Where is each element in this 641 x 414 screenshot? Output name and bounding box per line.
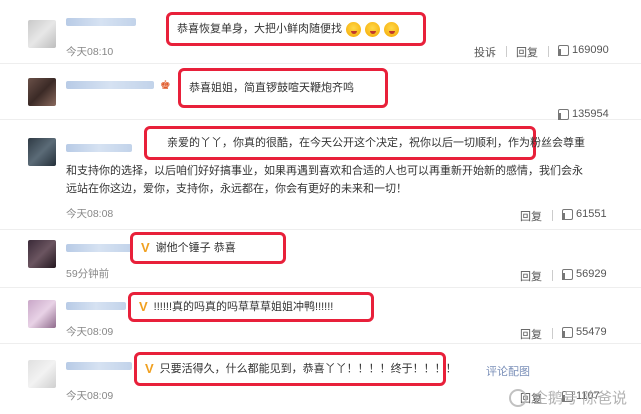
username[interactable] [66, 362, 132, 370]
like-count: 56929 [576, 268, 607, 280]
comment-item: V 谢他个锤子 恭喜 59分钟前 回复 56929 [0, 230, 641, 288]
username[interactable] [66, 144, 132, 152]
like-button[interactable]: 56929 [562, 268, 607, 280]
avatar[interactable] [28, 300, 56, 328]
reply-button[interactable]: 回复 [520, 208, 542, 224]
comment-text: !!!!!!真的吗真的吗草草草姐姐冲鸭!!!!!! [153, 301, 334, 313]
comment-item: V 亲爱的丫丫，你真的很酷，在今天公开这个决定，祝你以后一切顺利，作为粉丝会尊重… [0, 120, 641, 230]
comment-item: ♚ 恭喜姐姐，简直锣鼓喧天鞭炮齐鸣 135954 [0, 64, 641, 120]
smile-emoji-icon [365, 21, 380, 37]
like-button[interactable]: 55479 [562, 326, 607, 338]
like-button[interactable]: 61551 [562, 208, 607, 220]
comment-item: V !!!!!!真的吗真的吗草草草姐姐冲鸭!!!!!! 今天08:09 回复 5… [0, 288, 641, 344]
divider [506, 46, 507, 57]
watermark-text: 企鹅号 陈爸说 [532, 390, 627, 407]
like-count: 169090 [572, 44, 609, 56]
username[interactable] [66, 81, 154, 89]
comment-text: 谢他个锤子 恭喜 [155, 242, 236, 254]
comment-text-highlight: V 谢他个锤子 恭喜 [130, 232, 286, 264]
thumbs-up-icon [562, 268, 573, 280]
avatar[interactable] [28, 138, 56, 166]
avatar[interactable] [28, 78, 56, 106]
divider [552, 210, 553, 221]
vip-badge-icon: V [141, 240, 150, 255]
comment-time: 今天08:10 [66, 46, 114, 58]
comment-time: 今天08:09 [66, 390, 114, 402]
divider [552, 270, 553, 281]
avatar[interactable] [28, 240, 56, 268]
comment-text-highlight: 恭喜姐姐，简直锣鼓喧天鞭炮齐鸣 [178, 68, 388, 108]
thumbs-up-icon [558, 108, 569, 120]
reply-button[interactable]: 回复 [520, 268, 542, 284]
comment-text: 和支持你的选择，以后咱们好好搞事业，如果再遇到喜欢和合适的人也可以再重新开始新的… [66, 165, 583, 177]
crown-badge-icon: ♚ [160, 78, 171, 92]
like-button[interactable]: 169090 [558, 44, 609, 56]
comment-item: 恭喜恢复单身，大把小鲜肉随便找 今天08:10 投诉 回复 169090 [0, 0, 641, 64]
comment-text: 亲爱的丫丫，你真的很酷，在今天公开这个决定，祝你以后一切顺利，作为粉丝会尊重 [167, 137, 585, 149]
thumbs-up-icon [558, 44, 569, 56]
comment-text: 只要活得久，什么都能见到，恭喜丫丫！！！！终于！！！！ [159, 363, 457, 375]
comment-text-highlight: V 只要活得久，什么都能见到，恭喜丫丫！！！！终于！！！！ [134, 352, 457, 386]
vip-badge-icon: V [145, 361, 154, 376]
like-count: 135954 [572, 108, 609, 120]
comment-text-highlight: V !!!!!!真的吗真的吗草草草姐姐冲鸭!!!!!! [128, 292, 374, 322]
smile-emoji-icon [346, 21, 361, 37]
avatar[interactable] [28, 20, 56, 48]
smile-emoji-icon [384, 21, 399, 37]
like-button[interactable]: 135954 [558, 108, 609, 120]
comment-text: 恭喜恢复单身，大把小鲜肉随便找 [177, 23, 342, 35]
username[interactable] [66, 18, 136, 26]
like-count: 61551 [576, 208, 607, 220]
thumbs-up-icon [562, 208, 573, 220]
report-button[interactable]: 投诉 [474, 44, 496, 60]
vip-badge-icon: V [139, 299, 148, 314]
comment-image-link[interactable]: 评论配图 [486, 363, 530, 379]
comment-text-highlight: 恭喜恢复单身，大把小鲜肉随便找 [166, 12, 426, 46]
comment-text: 恭喜姐姐，简直锣鼓喧天鞭炮齐鸣 [189, 82, 354, 94]
username[interactable] [66, 302, 126, 310]
comment-time: 今天08:09 [66, 326, 114, 338]
divider [552, 328, 553, 339]
comment-text-highlight: 亲爱的丫丫，你真的很酷，在今天公开这个决定，祝你以后一切顺利，作为粉丝会尊重 [144, 126, 585, 160]
username[interactable] [66, 244, 132, 252]
thumbs-up-icon [562, 326, 573, 338]
comment-text: 远站在你这边，爱你，支持你，永远都在，你会有更好的未来和一切！ [66, 183, 407, 195]
comment-time: 59分钟前 [66, 268, 110, 280]
penguin-logo-icon [508, 388, 527, 407]
reply-button[interactable]: 回复 [520, 326, 542, 342]
comment-time: 今天08:08 [66, 208, 114, 220]
reply-button[interactable]: 回复 [516, 44, 538, 60]
divider [548, 46, 549, 57]
watermark: 企鹅号 陈爸说 [508, 387, 627, 408]
like-count: 55479 [576, 326, 607, 338]
avatar[interactable] [28, 360, 56, 388]
